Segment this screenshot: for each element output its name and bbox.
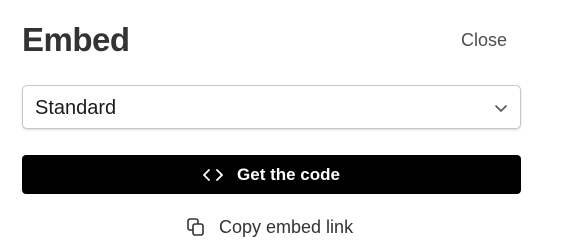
chevron-down-icon: [495, 105, 507, 112]
copy-link-label: Copy embed link: [219, 216, 354, 237]
code-icon: [203, 168, 223, 181]
get-code-button[interactable]: Get the code: [22, 155, 521, 194]
get-code-label: Get the code: [237, 164, 340, 184]
copy-icon: [187, 218, 204, 236]
close-button[interactable]: Close: [450, 27, 518, 53]
copy-embed-link[interactable]: Copy embed link: [186, 214, 353, 240]
embed-style-select[interactable]: Standard: [22, 85, 521, 129]
embed-style-value: Standard: [35, 97, 117, 119]
panel-title: Embed: [22, 21, 130, 58]
embed-panel: Embed Close Standard Get the code Copy e…: [0, 0, 569, 250]
